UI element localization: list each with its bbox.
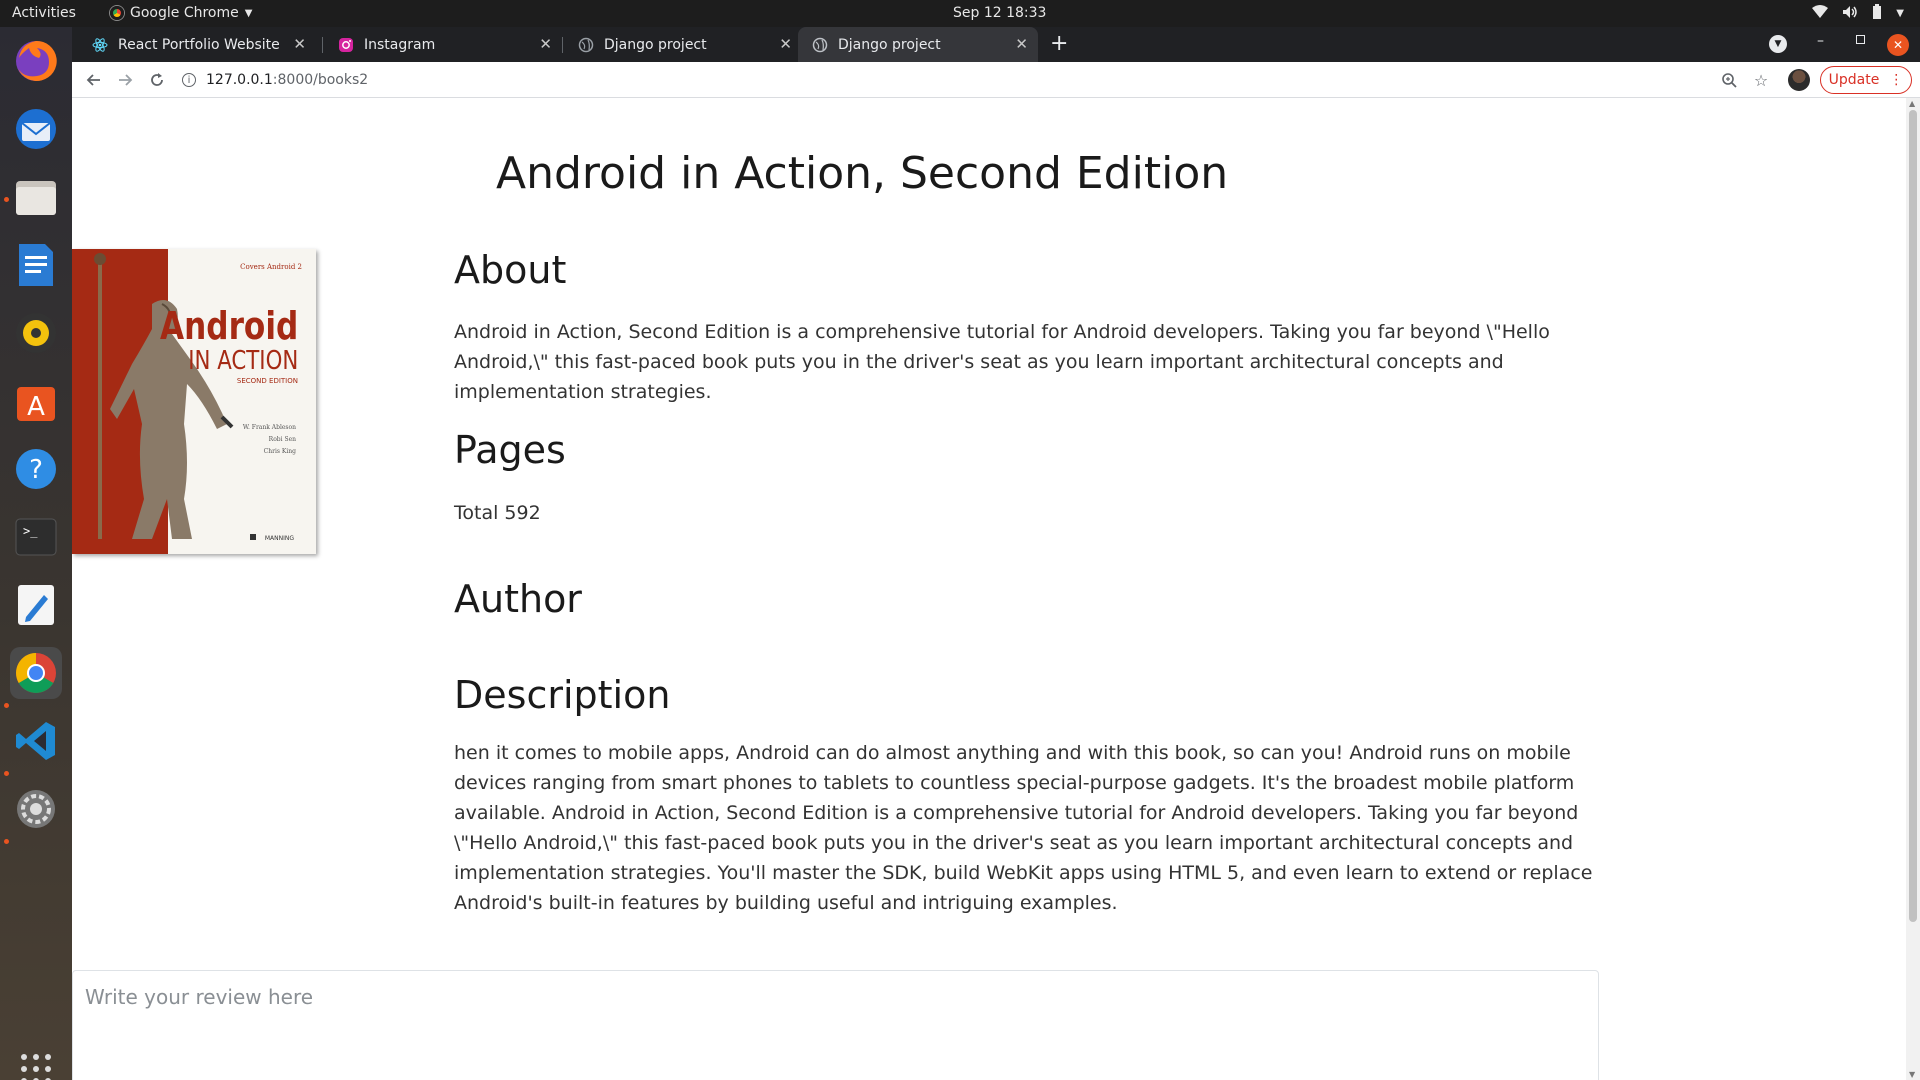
zoom-icon[interactable] [1719,70,1739,90]
review-textarea[interactable] [72,970,1599,1080]
close-window-icon[interactable]: ✕ [1887,34,1909,56]
minimize-icon[interactable]: – [1817,33,1824,49]
tab-label: Django project [604,36,707,53]
description-text: hen it comes to mobile apps, Android can… [454,742,1593,914]
clock[interactable]: Sep 12 18:33 [953,5,1046,21]
thunderbird-icon[interactable] [10,103,62,155]
dock: A ? >_ [0,27,72,1080]
scrollbar-thumb[interactable] [1909,110,1917,922]
tab-django-project-1[interactable]: Django project ✕ [564,27,802,62]
update-label: Update [1828,72,1880,88]
cover-title-in-action: IN ACTION [188,345,298,376]
cover-author-1: W. Frank Ableson [243,424,296,431]
terminal-icon[interactable]: >_ [10,511,62,563]
cover-author-2: Robi Sen [269,436,296,443]
bookmark-star-icon[interactable]: ☆ [1751,70,1771,90]
tab-label: Instagram [364,36,436,53]
cover-edition: SECOND EDITION [237,377,298,385]
page-scrollbar[interactable]: ▲ ▼ [1906,98,1920,1080]
browser-toolbar: i 127.0.0.1 :8000/books2 ☆ Update ⋮ [72,62,1920,98]
book-title: Android in Action, Second Edition [496,148,1229,199]
update-button[interactable]: Update ⋮ [1820,66,1912,94]
book-cover-image: Covers Android 2 Android IN ACTION SECON… [72,249,316,554]
svg-text:A: A [27,392,45,422]
chrome-small-icon [110,6,124,20]
instagram-icon [338,37,354,53]
show-applications-icon[interactable] [10,1043,62,1080]
site-info-icon[interactable]: i [182,73,196,87]
tab-instagram[interactable]: Instagram ✕ [324,27,562,62]
vscode-icon[interactable] [10,715,62,767]
ubuntu-software-icon[interactable]: A [10,375,62,427]
app-menu[interactable]: Google Chrome ▼ [110,5,252,21]
author-heading: Author [454,577,582,621]
tab-label: Django project [838,36,941,53]
about-text: Android in Action, Second Edition is a c… [454,321,1550,403]
tab-label: React Portfolio Website [118,36,280,53]
app-menu-label: Google Chrome [130,5,239,21]
description-heading: Description [454,673,671,717]
cover-publisher: MANNING [265,535,295,542]
tab-django-project-active[interactable]: Django project ✕ [798,27,1038,62]
tab-strip: React Portfolio Website ✕ Instagram ✕ Dj… [72,27,1920,62]
manning-logo-icon [250,534,256,540]
about-heading: About [454,248,567,292]
pages-heading: Pages [454,428,566,472]
address-bar[interactable]: i 127.0.0.1 :8000/books2 [182,68,1782,92]
firefox-icon[interactable] [10,35,62,87]
url-host: 127.0.0.1 [206,72,273,88]
libreoffice-writer-icon[interactable] [10,239,62,291]
battery-icon [1872,4,1882,23]
text-editor-icon[interactable] [10,579,62,631]
kebab-menu-icon: ⋮ [1889,72,1904,88]
restore-icon[interactable] [1856,35,1865,44]
url-path: :8000/books2 [272,72,369,88]
back-icon[interactable] [84,70,104,90]
pages-total: Total 592 [454,502,541,524]
volume-icon [1842,5,1858,23]
cover-author-3: Chris King [264,448,296,455]
close-tab-icon[interactable]: ✕ [293,35,306,53]
profile-avatar[interactable] [1788,69,1810,91]
system-tray[interactable]: ▼ [1812,4,1904,23]
page-content: Android in Action, Second Edition Covers… [72,98,1906,1080]
settings-icon[interactable] [10,783,62,835]
scroll-down-arrow-icon[interactable]: ▼ [1909,1070,1915,1079]
tab-react-portfolio[interactable]: React Portfolio Website ✕ [78,27,316,62]
caret-down-icon: ▼ [244,7,253,19]
cover-title-android: Android [160,305,298,349]
tab-search-icon[interactable]: ▼ [1769,35,1787,53]
globe-icon [578,37,594,53]
forward-icon[interactable] [115,70,135,90]
reload-icon[interactable] [147,70,167,90]
files-icon[interactable] [10,171,62,223]
new-tab-icon[interactable]: + [1050,31,1068,56]
help-icon[interactable]: ? [10,443,62,495]
system-top-bar: Activities Google Chrome ▼ Sep 12 18:33 … [0,0,1920,27]
svg-text:?: ? [29,455,43,485]
cover-tagline: Covers Android 2 [240,263,302,271]
scroll-up-arrow-icon[interactable]: ▲ [1909,99,1915,108]
power-menu-caret-icon: ▼ [1896,8,1904,19]
activities-button[interactable]: Activities [12,5,76,21]
svg-text:>_: >_ [23,524,38,538]
close-tab-icon[interactable]: ✕ [539,35,552,53]
react-icon [92,37,108,53]
wifi-icon [1812,4,1829,23]
close-tab-icon[interactable]: ✕ [1015,35,1028,53]
rhythmbox-icon[interactable] [10,307,62,359]
google-chrome-icon[interactable] [10,647,62,699]
globe-icon [812,37,828,53]
close-tab-icon[interactable]: ✕ [779,35,792,53]
